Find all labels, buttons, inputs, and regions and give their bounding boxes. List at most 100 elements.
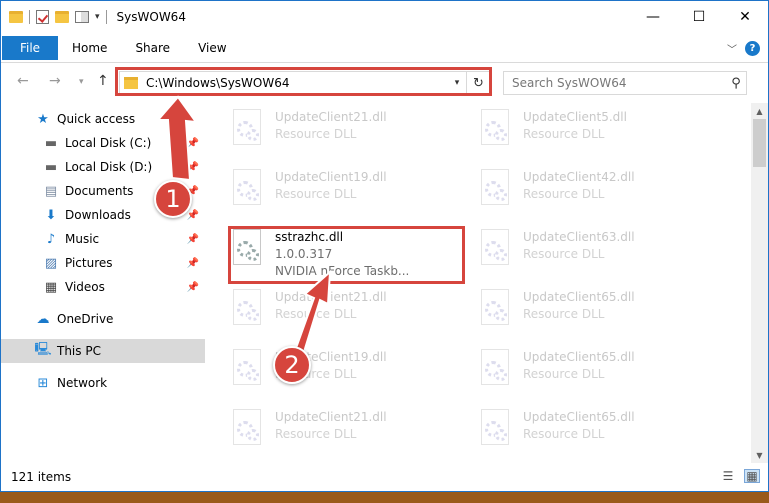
window-controls: — ☐ ✕ bbox=[630, 1, 768, 33]
file-item[interactable]: UpdateClient19.dll Resource DLL bbox=[229, 347, 459, 403]
help-icon[interactable]: ? bbox=[745, 40, 760, 56]
cloud-icon: ☁ bbox=[36, 311, 50, 327]
sidebar-item-pictures[interactable]: ▨ Pictures 📌 bbox=[1, 251, 205, 275]
sidebar-item-label: Local Disk (D:) bbox=[65, 160, 153, 174]
folder-icon[interactable] bbox=[9, 11, 23, 23]
star-icon: ★ bbox=[37, 111, 49, 127]
address-dropdown-icon[interactable]: ▾ bbox=[448, 78, 466, 88]
file-version: 1.0.0.317 bbox=[275, 247, 333, 261]
pin-icon[interactable]: 📌 bbox=[187, 210, 199, 221]
sidebar-item-label: Documents bbox=[65, 184, 134, 198]
search-input[interactable] bbox=[512, 76, 726, 90]
dll-file-icon bbox=[229, 107, 265, 151]
scroll-up-icon[interactable]: ▲ bbox=[751, 103, 768, 119]
callout-1: 1 bbox=[154, 180, 192, 218]
file-item[interactable]: UpdateClient19.dll Resource DLL bbox=[229, 167, 459, 223]
file-item[interactable]: UpdateClient21.dll Resource DLL bbox=[229, 107, 459, 163]
sidebar-item-label: Local Disk (C:) bbox=[65, 136, 152, 150]
pin-icon[interactable]: 📌 bbox=[187, 258, 199, 269]
pin-icon[interactable]: 📌 bbox=[187, 138, 199, 149]
file-item[interactable]: UpdateClient21.dll Resource DLL bbox=[229, 287, 459, 343]
search-box[interactable]: ⚲ bbox=[503, 71, 747, 95]
file-name: UpdateClient63.dll bbox=[523, 230, 635, 244]
tab-share[interactable]: Share bbox=[121, 36, 184, 60]
sidebar-item-this-pc[interactable]: 🖳 This PC bbox=[1, 339, 205, 363]
sidebar-item-label: Videos bbox=[65, 280, 105, 294]
file-item[interactable]: UpdateClient65.dll Resource DLL bbox=[477, 347, 707, 403]
file-description: NVIDIA nForce Taskb... bbox=[275, 264, 410, 278]
file-description: Resource DLL bbox=[523, 247, 605, 261]
search-icon[interactable]: ⚲ bbox=[726, 76, 746, 91]
sidebar-item-label: Quick access bbox=[57, 112, 136, 126]
expand-ribbon-icon[interactable]: ﹀ bbox=[727, 41, 737, 56]
sidebar-item-network[interactable]: ⊞ Network bbox=[1, 371, 205, 395]
pin-icon[interactable]: 📌 bbox=[187, 234, 199, 245]
title-bar: ▾ SysWOW64 — ☐ ✕ bbox=[1, 1, 768, 33]
sidebar-item-local-disk-d[interactable]: ▬ Local Disk (D:) 📌 bbox=[1, 155, 205, 179]
vertical-scrollbar[interactable]: ▲ ▼ bbox=[751, 103, 768, 463]
window-title: SysWOW64 bbox=[116, 10, 186, 24]
forward-arrow-icon[interactable]: → bbox=[49, 73, 61, 89]
network-icon: ⊞ bbox=[37, 375, 49, 391]
tiles-view-icon[interactable]: ▦ bbox=[744, 469, 760, 483]
file-item[interactable]: UpdateClient5.dll Resource DLL bbox=[477, 107, 707, 163]
up-arrow-icon[interactable]: ↑ bbox=[97, 73, 109, 89]
dll-file-icon bbox=[477, 347, 513, 391]
file-name: UpdateClient21.dll bbox=[275, 410, 387, 424]
file-item[interactable]: UpdateClient65.dll Resource DLL bbox=[477, 407, 707, 463]
file-name: UpdateClient65.dll bbox=[523, 410, 635, 424]
sidebar-item-local-disk-c[interactable]: ▬ Local Disk (C:) 📌 bbox=[1, 131, 205, 155]
maximize-button[interactable]: ☐ bbox=[676, 1, 722, 33]
tab-file[interactable]: File bbox=[2, 35, 58, 60]
tab-view[interactable]: View bbox=[184, 36, 240, 60]
dll-file-icon bbox=[229, 407, 265, 451]
file-name: UpdateClient21.dll bbox=[275, 290, 387, 304]
toolbar-divider bbox=[105, 10, 107, 24]
tab-home[interactable]: Home bbox=[58, 36, 121, 60]
file-item[interactable]: UpdateClient65.dll Resource DLL bbox=[477, 287, 707, 343]
address-path[interactable]: C:\Windows\SysWOW64 bbox=[146, 76, 448, 90]
sidebar-item-videos[interactable]: ▦ Videos 📌 bbox=[1, 275, 205, 299]
item-count: 121 items bbox=[11, 470, 72, 484]
file-description: Resource DLL bbox=[523, 127, 605, 141]
sidebar-item-onedrive[interactable]: ☁ OneDrive bbox=[1, 307, 205, 331]
file-item[interactable]: UpdateClient21.dll Resource DLL bbox=[229, 407, 459, 463]
toolbar-divider bbox=[29, 10, 30, 24]
videos-icon: ▦ bbox=[44, 279, 58, 295]
sidebar-item-quick-access[interactable]: ★ Quick access bbox=[1, 107, 205, 131]
sidebar-item-label: OneDrive bbox=[57, 312, 114, 326]
new-folder-icon[interactable] bbox=[55, 11, 69, 23]
details-view-icon[interactable]: ☰ bbox=[720, 469, 736, 483]
file-name: UpdateClient65.dll bbox=[523, 350, 635, 364]
documents-icon: ▤ bbox=[44, 183, 58, 199]
navigation-bar: ← → ▾ ↑ C:\Windows\SysWOW64 ▾ ↻ ⚲ bbox=[1, 63, 768, 103]
sidebar-item-music[interactable]: ♪ Music 📌 bbox=[1, 227, 205, 251]
file-item[interactable]: UpdateClient63.dll Resource DLL bbox=[477, 227, 707, 283]
pictures-icon: ▨ bbox=[44, 255, 58, 271]
scroll-down-icon[interactable]: ▼ bbox=[751, 447, 768, 463]
back-arrow-icon[interactable]: ← bbox=[17, 73, 29, 89]
drive-icon: ▬ bbox=[44, 135, 58, 151]
scroll-thumb[interactable] bbox=[753, 119, 766, 167]
folder-icon bbox=[124, 77, 138, 89]
navigation-pane: ★ Quick access ▬ Local Disk (C:) 📌 ▬ Loc… bbox=[1, 103, 205, 463]
file-item-sstrazhc[interactable]: sstrazhc.dll 1.0.0.317 NVIDIA nForce Tas… bbox=[229, 227, 459, 283]
file-description: Resource DLL bbox=[523, 367, 605, 381]
file-name: UpdateClient21.dll bbox=[275, 110, 387, 124]
file-list: UpdateClient21.dll Resource DLL UpdateCli… bbox=[211, 103, 741, 463]
quick-access-toolbar: ▾ bbox=[1, 1, 107, 33]
sidebar-item-label: Music bbox=[65, 232, 100, 246]
view-props-icon[interactable] bbox=[75, 11, 89, 23]
file-item[interactable]: UpdateClient42.dll Resource DLL bbox=[477, 167, 707, 223]
address-bar[interactable]: C:\Windows\SysWOW64 ▾ ↻ bbox=[119, 71, 491, 95]
pin-icon[interactable]: 📌 bbox=[187, 162, 199, 173]
properties-check-icon[interactable] bbox=[36, 10, 49, 24]
pin-icon[interactable]: 📌 bbox=[187, 282, 199, 293]
close-button[interactable]: ✕ bbox=[722, 1, 768, 33]
customize-dropdown-icon[interactable]: ▾ bbox=[95, 12, 100, 22]
recent-locations-icon[interactable]: ▾ bbox=[79, 77, 84, 87]
file-name: UpdateClient19.dll bbox=[275, 170, 387, 184]
refresh-icon[interactable]: ↻ bbox=[466, 72, 490, 94]
dll-file-icon bbox=[477, 407, 513, 451]
minimize-button[interactable]: — bbox=[630, 1, 676, 33]
